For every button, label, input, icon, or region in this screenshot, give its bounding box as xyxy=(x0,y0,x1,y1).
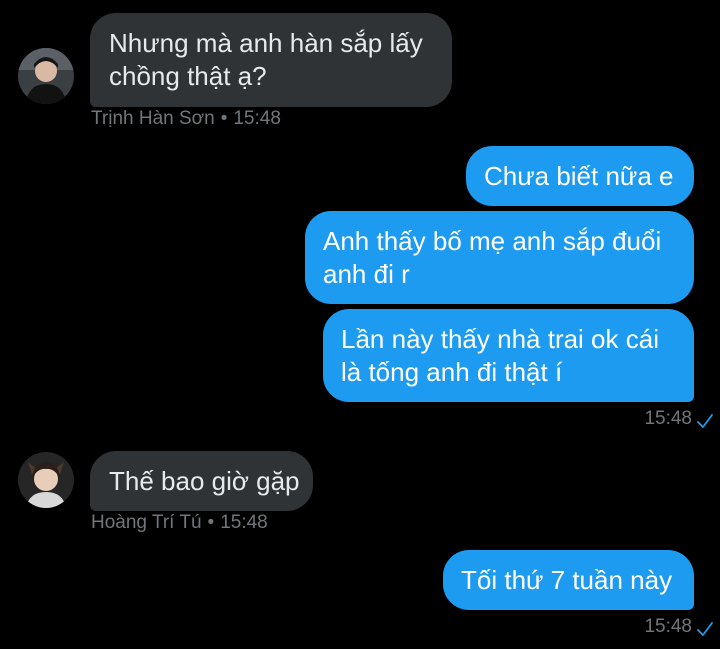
message-text-line: Chưa biết nữa e xyxy=(484,161,674,191)
separator-dot: • xyxy=(220,108,228,129)
message-text-line: Tối thứ 7 tuần này xyxy=(461,565,673,595)
message-bubble-incoming[interactable]: Thế bao giờ gặp xyxy=(90,451,313,511)
read-check-icon xyxy=(697,414,713,428)
message-meta: Hoàng Trí Tú • 15:48 xyxy=(91,512,268,534)
message-timestamp: 15:48 xyxy=(220,512,268,533)
message-text-line: anh đi r xyxy=(323,259,410,289)
sender-name[interactable]: Hoàng Trí Tú xyxy=(91,512,202,533)
user-avatar-icon xyxy=(18,452,74,508)
message-timestamp: 15:48 xyxy=(644,408,692,429)
message-meta: Trịnh Hàn Sơn • 15:48 xyxy=(91,108,281,130)
message-bubble-outgoing[interactable]: Chưa biết nữa e xyxy=(466,146,694,206)
message-timestamp: 15:48 xyxy=(644,616,692,637)
message-text-line: chồng thật ạ? xyxy=(109,61,267,91)
sender-avatar-hoang-tri-tu[interactable] xyxy=(18,452,74,508)
message-bubble-outgoing[interactable]: Tối thứ 7 tuần này xyxy=(443,550,694,610)
sender-name[interactable]: Trịnh Hàn Sơn xyxy=(91,108,215,129)
separator-dot: • xyxy=(207,512,215,533)
message-text-line: là tống anh đi thật í xyxy=(341,357,563,387)
message-timestamp: 15:48 xyxy=(233,108,281,129)
sender-avatar-trinh-han-son[interactable] xyxy=(18,48,74,104)
message-bubble-incoming[interactable]: Nhưng mà anh hàn sắp lấy chồng thật ạ? xyxy=(90,13,452,107)
user-avatar-icon xyxy=(18,48,74,104)
message-text-line: Nhưng mà anh hàn sắp lấy xyxy=(109,28,423,58)
message-bubble-outgoing[interactable]: Anh thấy bố mẹ anh sắp đuổi anh đi r xyxy=(305,211,694,304)
read-check-icon xyxy=(697,622,713,636)
message-text-line: Anh thấy bố mẹ anh sắp đuổi xyxy=(323,226,662,256)
message-bubble-outgoing[interactable]: Lần này thấy nhà trai ok cái là tống anh… xyxy=(323,309,694,402)
message-text-line: Lần này thấy nhà trai ok cái xyxy=(341,324,659,354)
message-text-line: Thế bao giờ gặp xyxy=(109,466,300,496)
